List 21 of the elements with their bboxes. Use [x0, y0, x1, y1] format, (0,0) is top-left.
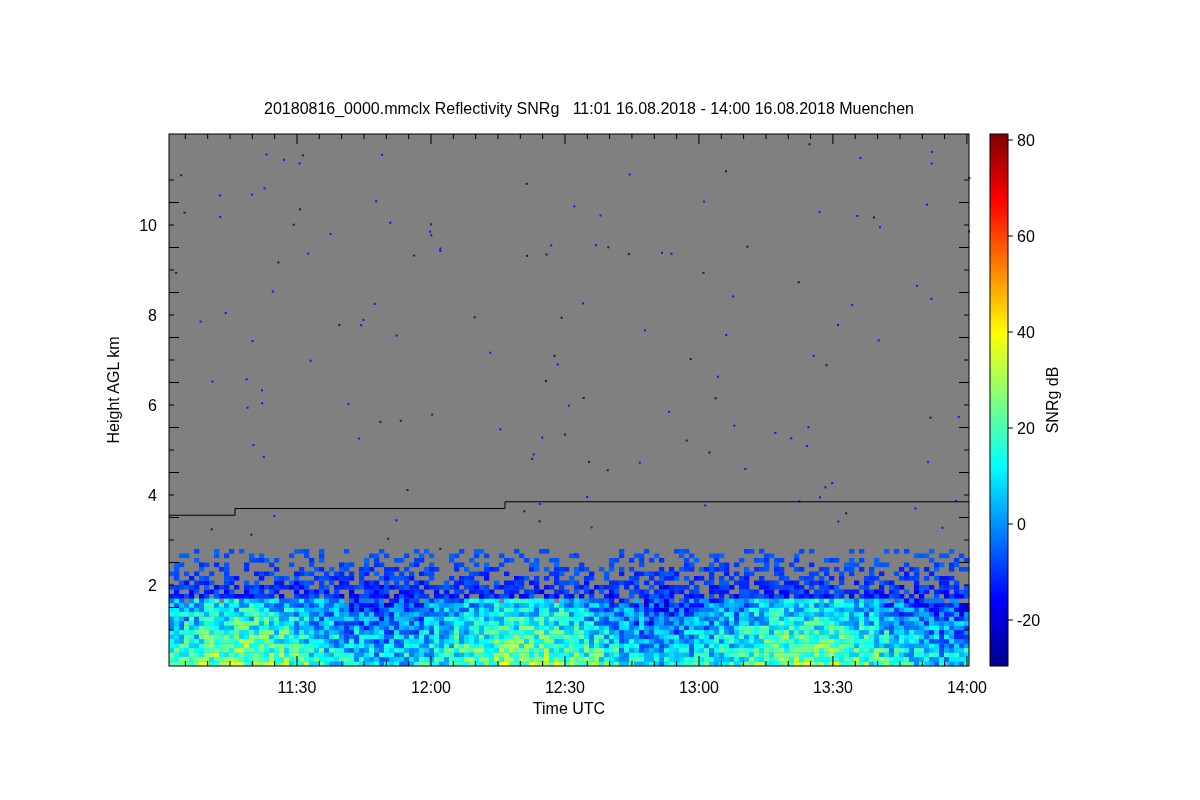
y-tick-label: 8: [148, 307, 157, 324]
colorbar-tick-label: 60: [1017, 228, 1035, 245]
colorbar-label: SNRg dB: [1044, 366, 1061, 434]
y-tick-label: 10: [139, 217, 157, 234]
y-tick-label: 6: [148, 397, 157, 414]
colorbar-tick-label: 20: [1017, 420, 1035, 437]
colorbar-tick-label: -20: [1017, 612, 1041, 629]
colorbar-tick-label: 0: [1017, 516, 1026, 533]
x-tick-label: 13:30: [813, 679, 853, 696]
y-axis-label: Height AGL km: [105, 336, 122, 444]
colorbar-tick-label: 80: [1017, 132, 1035, 149]
x-tick-label: 14:00: [947, 679, 987, 696]
x-tick-label: 12:00: [411, 679, 451, 696]
x-tick-label: 11:30: [277, 679, 317, 696]
x-axis-label: Time UTC: [532, 700, 606, 717]
x-tick-label: 12:30: [545, 679, 585, 696]
plot-title: 20180816_0000.mmclx Reflectivity SNRg 11:01 16.08.2018 - 14:00 16.08.2018 Muenchen: [264, 100, 914, 117]
y-tick-label: 4: [148, 487, 157, 504]
y-tick-label: 2: [148, 577, 157, 594]
colorbar-tick-label: 40: [1017, 324, 1035, 341]
x-tick-label: 13:00: [679, 679, 719, 696]
